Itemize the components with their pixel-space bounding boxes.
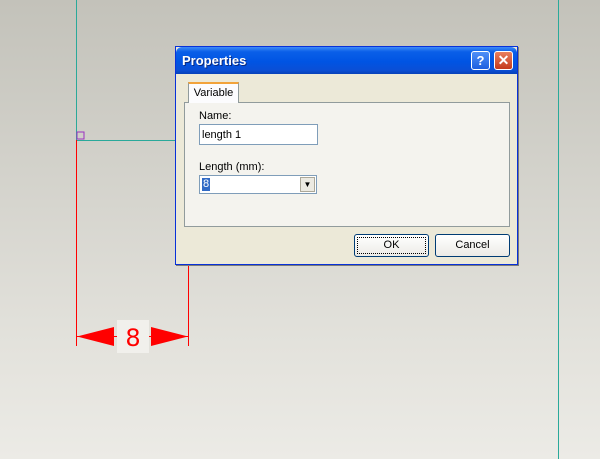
name-field[interactable] bbox=[199, 124, 318, 145]
help-icon: ? bbox=[476, 53, 485, 68]
cancel-button[interactable]: Cancel bbox=[435, 234, 510, 257]
tab-variable[interactable]: Variable bbox=[188, 82, 239, 103]
dimension-label[interactable]: 8 bbox=[125, 324, 140, 352]
ok-button[interactable]: OK bbox=[354, 234, 429, 257]
corner-marker[interactable] bbox=[76, 131, 85, 140]
dialog-titlebar[interactable]: Properties ? ✕ bbox=[176, 47, 517, 74]
ok-focus-ring bbox=[357, 237, 426, 254]
dimension-arrow-left bbox=[77, 327, 114, 346]
variable-tab-panel: Name: Length (mm): 8 ▼ bbox=[184, 102, 510, 227]
name-label: Name: bbox=[199, 110, 232, 122]
length-label: Length (mm): bbox=[199, 161, 265, 173]
help-button[interactable]: ? bbox=[471, 51, 490, 70]
close-icon: ✕ bbox=[497, 52, 510, 68]
properties-dialog: Properties ? ✕ Name: Length (mm): 8 ▼ Va… bbox=[175, 46, 518, 265]
chevron-down-icon[interactable]: ▼ bbox=[300, 177, 315, 192]
length-combobox[interactable]: 8 ▼ bbox=[199, 175, 317, 194]
close-button[interactable]: ✕ bbox=[494, 51, 513, 70]
length-value: 8 bbox=[202, 178, 211, 191]
dialog-title: Properties bbox=[182, 53, 247, 68]
dimension-arrow-right bbox=[151, 327, 188, 346]
